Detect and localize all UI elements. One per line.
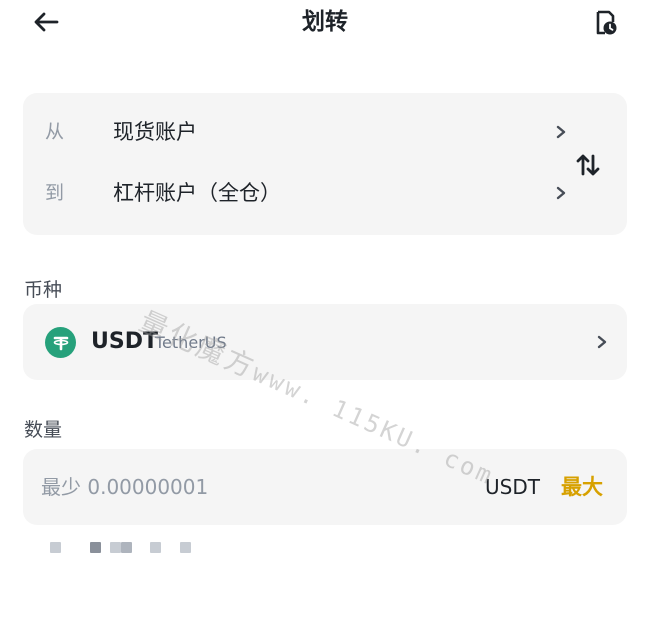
- blur-block: [180, 542, 191, 553]
- top-bar: 划转: [0, 0, 650, 48]
- blur-block: [50, 542, 61, 553]
- amount-field-card: USDT 最大: [23, 449, 627, 525]
- to-label: 到: [45, 182, 65, 204]
- from-account-selector[interactable]: 从 现货账户: [23, 108, 568, 156]
- amount-unit: USDT: [485, 475, 540, 499]
- coin-full-name: TetherUS: [155, 333, 227, 352]
- coin-section-label: 币种: [24, 279, 63, 301]
- amount-section-label: 数量: [24, 419, 63, 441]
- blur-block: [90, 542, 101, 553]
- blur-block: [150, 542, 161, 553]
- obscured-content: [22, 538, 202, 558]
- amount-input[interactable]: [41, 471, 341, 503]
- to-account-value: 杠杆账户（全仓）: [113, 181, 281, 205]
- from-account-value: 现货账户: [113, 120, 197, 144]
- blur-block: [121, 542, 132, 553]
- tether-coin-icon: [45, 327, 76, 358]
- chevron-right-icon: [597, 335, 607, 349]
- to-account-selector[interactable]: 到 杠杆账户（全仓）: [23, 169, 568, 217]
- history-button[interactable]: [590, 8, 622, 38]
- chevron-right-icon: [556, 186, 566, 200]
- swap-accounts-button[interactable]: [571, 148, 605, 182]
- transfer-accounts-card: 从 现货账户 到 杠杆账户（全仓）: [23, 93, 627, 235]
- swap-arrows-icon: [576, 154, 600, 176]
- page-title: 划转: [302, 9, 348, 35]
- coin-symbol: USDT: [91, 329, 158, 354]
- chevron-right-icon: [556, 125, 566, 139]
- from-label: 从: [45, 121, 65, 143]
- blur-block: [110, 542, 121, 553]
- max-amount-button[interactable]: 最大: [561, 473, 603, 501]
- coin-selector[interactable]: USDT TetherUS: [23, 304, 627, 380]
- history-record-icon: [596, 10, 617, 35]
